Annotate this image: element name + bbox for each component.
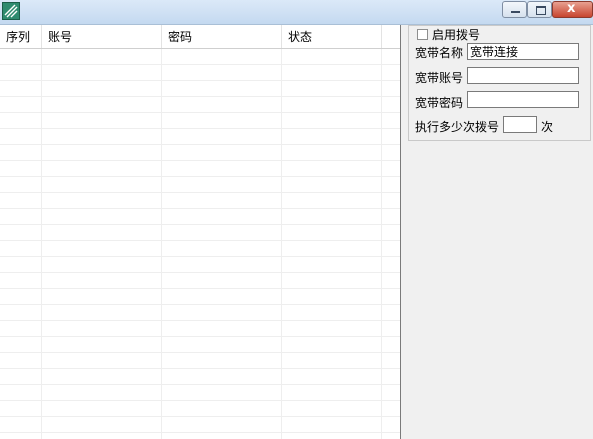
broadband-account-input[interactable] — [467, 67, 579, 84]
column-header-password[interactable]: 密码 — [162, 25, 282, 48]
table-row[interactable] — [0, 305, 400, 321]
table-row[interactable] — [0, 161, 400, 177]
table-row[interactable] — [0, 433, 400, 439]
table-row[interactable] — [0, 257, 400, 273]
maximize-button[interactable] — [527, 1, 552, 18]
app-logo-icon — [2, 2, 20, 20]
table-row[interactable] — [0, 273, 400, 289]
close-button[interactable]: x — [552, 1, 593, 18]
dial-times-unit: 次 — [541, 120, 554, 134]
dial-times-label: 执行多少次拨号 — [415, 120, 500, 134]
broadband-password-label: 宽带密码 — [415, 96, 464, 110]
table-row[interactable] — [0, 81, 400, 97]
column-header-index[interactable]: 序列 — [0, 25, 42, 48]
table-row[interactable] — [0, 417, 400, 433]
table-row[interactable] — [0, 193, 400, 209]
broadband-name-input[interactable] — [467, 43, 579, 60]
table-row[interactable] — [0, 321, 400, 337]
table-row[interactable] — [0, 145, 400, 161]
table-row[interactable] — [0, 209, 400, 225]
table-row[interactable] — [0, 97, 400, 113]
table-row[interactable] — [0, 65, 400, 81]
dial-settings-panel: 启用拨号 宽带名称 宽带账号 宽带密码 执行多少次拨号 次 — [408, 25, 591, 141]
table-row[interactable] — [0, 241, 400, 257]
table-row[interactable] — [0, 289, 400, 305]
broadband-name-label: 宽带名称 — [415, 46, 464, 60]
title-bar: x — [0, 0, 593, 25]
broadband-account-label: 宽带账号 — [415, 71, 464, 85]
enable-dial-option[interactable]: 启用拨号 — [417, 26, 480, 42]
column-header-status[interactable]: 状态 — [282, 25, 382, 48]
enable-dial-checkbox[interactable] — [417, 28, 428, 40]
table-row[interactable] — [0, 337, 400, 353]
table-row[interactable] — [0, 49, 400, 65]
grid-body — [0, 49, 400, 439]
minimize-button[interactable] — [502, 1, 527, 18]
enable-dial-label: 启用拨号 — [432, 27, 481, 42]
account-grid[interactable]: 序列 账号 密码 状态 — [0, 25, 401, 439]
broadband-password-input[interactable] — [467, 91, 579, 108]
table-row[interactable] — [0, 385, 400, 401]
table-row[interactable] — [0, 129, 400, 145]
table-row[interactable] — [0, 177, 400, 193]
dial-times-input[interactable] — [503, 116, 537, 133]
table-row[interactable] — [0, 401, 400, 417]
table-row[interactable] — [0, 369, 400, 385]
close-icon: x — [567, 1, 576, 16]
table-row[interactable] — [0, 225, 400, 241]
table-row[interactable] — [0, 113, 400, 129]
column-header-account[interactable]: 账号 — [42, 25, 162, 48]
grid-header: 序列 账号 密码 状态 — [0, 25, 400, 49]
table-row[interactable] — [0, 353, 400, 369]
